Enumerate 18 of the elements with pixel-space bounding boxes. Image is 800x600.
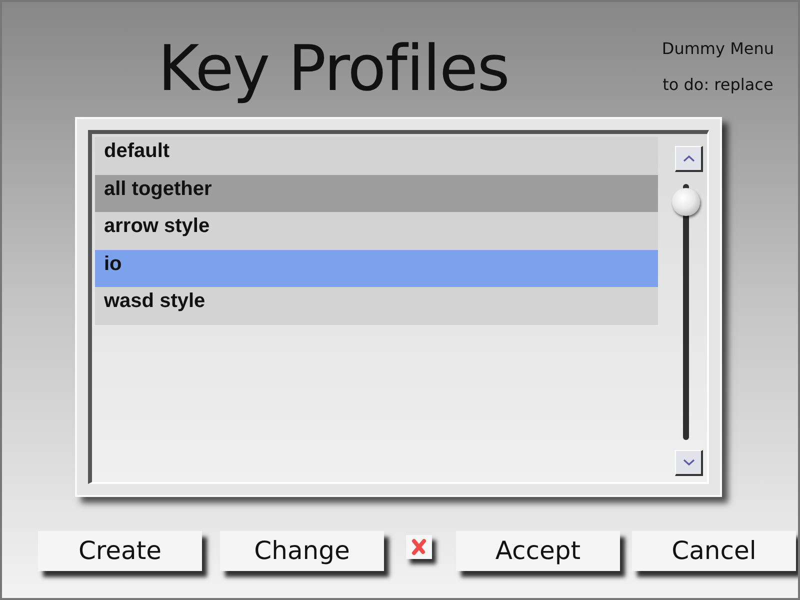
window-title: Key Profiles — [158, 31, 509, 107]
profile-list-item[interactable]: arrow style — [95, 212, 658, 250]
scrollbar-thumb[interactable] — [672, 188, 700, 216]
chevron-down-icon — [682, 459, 694, 466]
profile-list-item[interactable]: io — [95, 250, 658, 287]
profile-list-item[interactable]: wasd style — [95, 287, 658, 324]
action-button[interactable]: Create — [38, 531, 202, 571]
chevron-up-icon — [682, 155, 694, 162]
scroll-down-button[interactable] — [675, 450, 703, 476]
x-mark-icon[interactable] — [406, 535, 432, 559]
profile-list-item[interactable]: all together — [95, 174, 658, 212]
action-button[interactable]: Cancel — [632, 531, 796, 571]
scroll-up-button[interactable] — [675, 146, 703, 172]
action-button[interactable]: Accept — [456, 531, 620, 571]
action-button[interactable]: Change — [220, 531, 384, 571]
menu-item[interactable]: to do: replace — [662, 72, 774, 98]
menu-item[interactable]: Dummy Menu — [662, 36, 774, 62]
profile-list-item[interactable]: default — [95, 137, 658, 174]
